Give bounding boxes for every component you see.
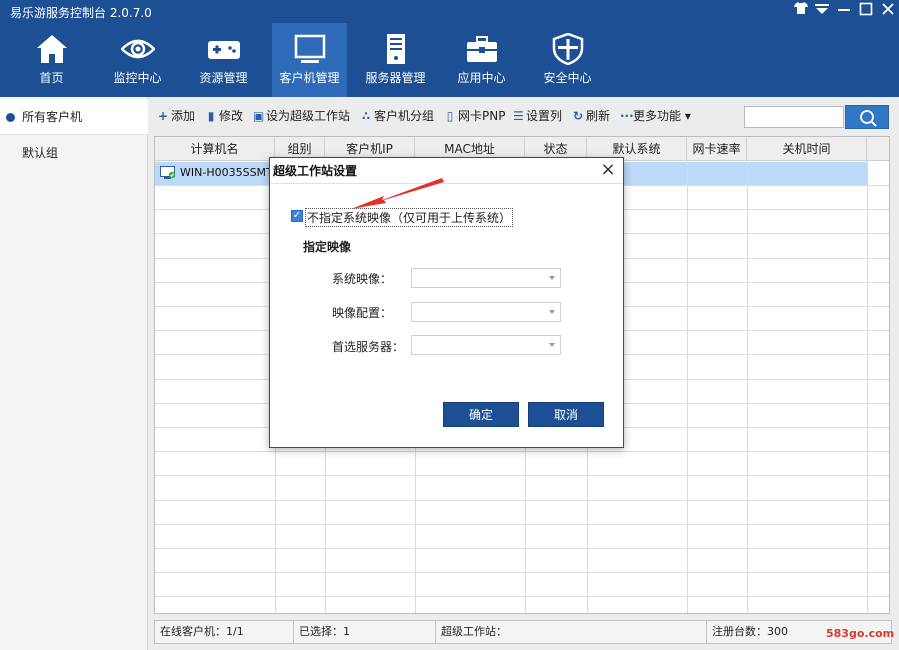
- app-window: 易乐游服务控制台 2.0.7.0 首页 监控中心 资源管理 客户机管理 服务器管…: [0, 0, 899, 650]
- annotation-overlay: [351, 178, 444, 209]
- watermark: 583go.com: [826, 627, 895, 640]
- annotation-arrow-icon: [351, 178, 444, 209]
